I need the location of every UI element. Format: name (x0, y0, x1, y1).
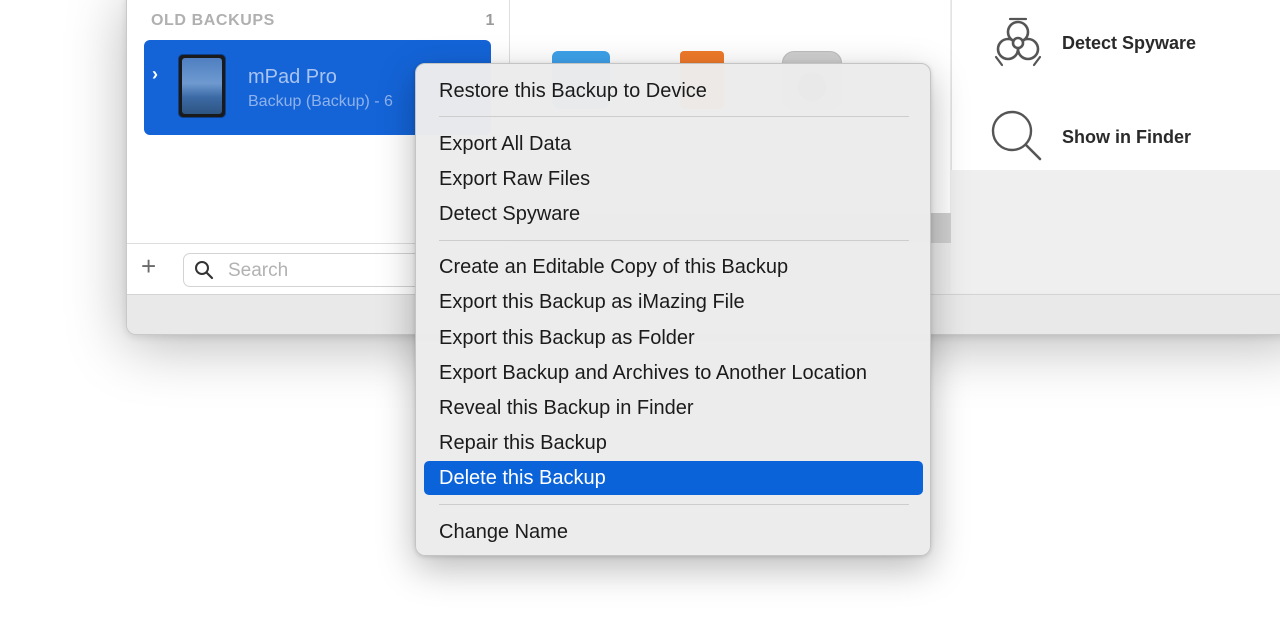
chevron-right-icon[interactable]: › (152, 64, 158, 85)
backup-subtitle: Backup (Backup) - 6 (248, 93, 393, 110)
section-header-old-backups: OLD BACKUPS 1 (151, 12, 503, 30)
biohazard-icon (994, 17, 1042, 67)
context-menu: Restore this Backup to Device Export All… (415, 63, 931, 556)
tools-panel-lower (951, 170, 1280, 293)
menu-item-detect-spyware[interactable]: Detect Spyware (424, 197, 923, 231)
ipad-thumbnail-screen (182, 58, 222, 114)
menu-item-create-editable-copy[interactable]: Create an Editable Copy of this Backup (424, 250, 923, 284)
menu-item-export-raw-files[interactable]: Export Raw Files (424, 162, 923, 196)
menu-item-export-all-data[interactable]: Export All Data (424, 127, 923, 161)
ipad-thumbnail-icon (178, 54, 226, 118)
menu-item-export-archives[interactable]: Export Backup and Archives to Another Lo… (424, 356, 923, 390)
menu-separator (439, 240, 909, 241)
menu-item-delete-backup[interactable]: Delete this Backup (424, 461, 923, 495)
magnifier-icon (991, 110, 1042, 161)
section-title: OLD BACKUPS (151, 12, 275, 29)
menu-item-change-name[interactable]: Change Name (424, 515, 923, 549)
menu-item-repair-backup[interactable]: Repair this Backup (424, 426, 923, 460)
section-count: 1 (485, 12, 495, 29)
backup-device-name: mPad Pro (248, 66, 337, 88)
menu-item-restore-backup[interactable]: Restore this Backup to Device (424, 74, 923, 108)
add-button[interactable]: + (141, 246, 156, 286)
search-icon (195, 261, 214, 280)
tool-detect-spyware-label: Detect Spyware (1062, 33, 1197, 53)
menu-item-export-imazing-file[interactable]: Export this Backup as iMazing File (424, 285, 923, 319)
screen: OLD BACKUPS 1 › mPad Pro Backup (Backup)… (0, 0, 1280, 618)
menu-item-reveal-in-finder[interactable]: Reveal this Backup in Finder (424, 391, 923, 425)
tool-detect-spyware[interactable]: Detect Spyware (988, 13, 1280, 73)
menu-separator (439, 116, 909, 117)
tool-show-in-finder-label: Show in Finder (1062, 127, 1191, 147)
menu-item-export-folder[interactable]: Export this Backup as Folder (424, 321, 923, 355)
tool-show-in-finder[interactable]: Show in Finder (988, 107, 1280, 167)
menu-separator (439, 504, 909, 505)
tools-panel: Detect Spyware Show in Finder (951, 0, 1280, 170)
